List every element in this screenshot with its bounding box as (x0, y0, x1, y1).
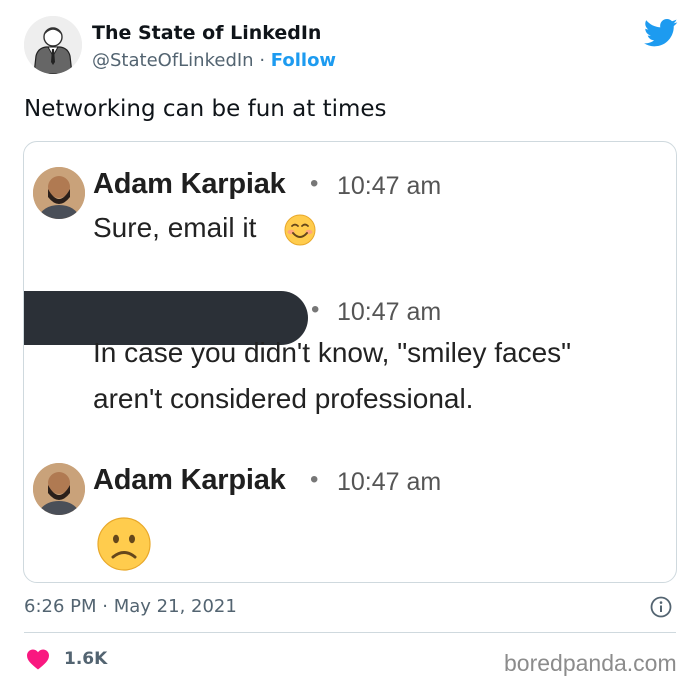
author-handle-row: @StateOfLinkedIn · Follow (92, 50, 336, 71)
author-avatar[interactable] (24, 16, 82, 74)
handle-separator: · (259, 50, 266, 71)
frowning-face-icon (97, 517, 151, 571)
twitter-bird-icon[interactable] (644, 18, 678, 48)
tweet-timestamp[interactable]: 6:26 PM · May 21, 2021 (24, 596, 237, 617)
author-display-name[interactable]: The State of LinkedIn (92, 22, 321, 44)
likes-count[interactable]: 1.6K (64, 649, 107, 669)
message-dot: • (310, 170, 319, 197)
message-time: 10:47 am (337, 172, 442, 200)
message-time: 10:47 am (337, 298, 442, 326)
timestamp-separator: · (102, 596, 108, 617)
message-sender-name: Adam Karpiak (93, 168, 286, 200)
message-time: 10:47 am (337, 468, 442, 496)
divider (24, 632, 676, 633)
message-dot: • (310, 466, 319, 493)
message-avatar (33, 463, 85, 515)
info-icon[interactable] (650, 596, 672, 618)
message-text-line: aren't considered professional. (93, 383, 474, 414)
follow-button[interactable]: Follow (271, 50, 336, 71)
smiling-face-icon (284, 214, 316, 246)
embedded-screenshot[interactable]: Adam Karpiak • 10:47 am Sure, email it •… (23, 141, 677, 583)
message-avatar (33, 167, 85, 219)
message-sender-name: Adam Karpiak (93, 464, 286, 496)
author-handle[interactable]: @StateOfLinkedIn (92, 50, 254, 71)
message-dot: • (311, 296, 320, 323)
heart-icon[interactable] (26, 648, 50, 670)
message-text-line: In case you didn't know, "smiley faces" (93, 337, 572, 368)
tweet-time: 6:26 PM (24, 596, 97, 617)
tweet-text: Networking can be fun at times (24, 96, 387, 122)
message-text: Sure, email it (93, 212, 257, 243)
watermark: boredpanda.com (504, 650, 677, 676)
tweet-date: May 21, 2021 (113, 596, 237, 617)
